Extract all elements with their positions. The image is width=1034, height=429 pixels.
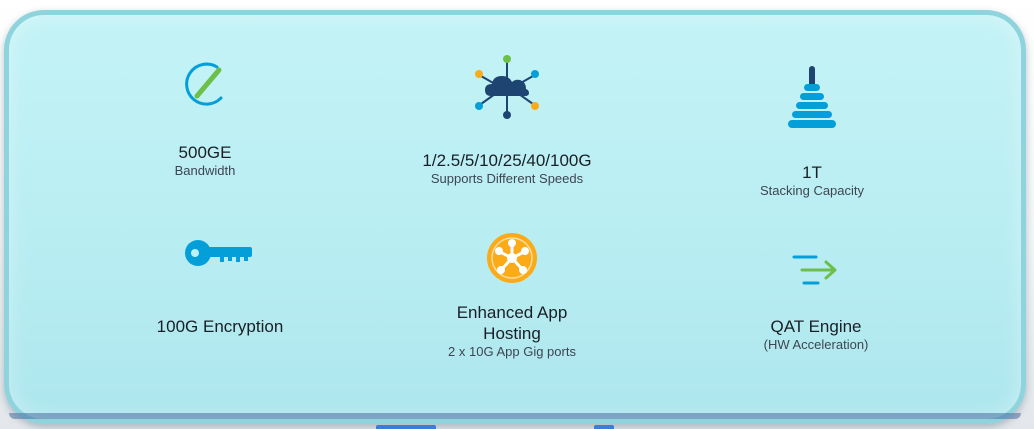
feature-subtitle: Supports Different Speeds bbox=[430, 171, 584, 186]
feature-subtitle: (HW Acceleration) bbox=[763, 337, 869, 352]
feature-qat: QAT Engine (HW Acceleration) bbox=[736, 252, 896, 353]
feature-title: 100G Encryption bbox=[156, 317, 284, 336]
bottom-edge-mark bbox=[594, 425, 614, 429]
feature-bandwidth: 500GE Bandwidth bbox=[120, 56, 290, 179]
feature-subtitle: Stacking Capacity bbox=[759, 183, 865, 198]
cloud-network-icon bbox=[475, 55, 539, 119]
feature-stacking: 1T Stacking Capacity bbox=[732, 64, 892, 199]
feature-encryption: 100G Encryption bbox=[130, 236, 310, 337]
stack-tower-icon bbox=[788, 66, 836, 128]
bottom-edge-mark bbox=[376, 425, 436, 429]
feature-subtitle: Bandwidth bbox=[174, 163, 236, 178]
feature-app-hosting: Enhanced App Hosting 2 x 10G App Gig por… bbox=[412, 230, 612, 360]
feature-title: 1/2.5/5/10/25/40/100G bbox=[422, 151, 592, 170]
feature-title-line-1: Enhanced App bbox=[456, 303, 568, 322]
key-icon bbox=[185, 240, 252, 266]
app-hosting-icon bbox=[487, 233, 537, 283]
feature-title: 1T bbox=[802, 163, 822, 182]
acceleration-arrow-icon bbox=[792, 255, 837, 285]
feature-title: 500GE bbox=[178, 143, 232, 162]
panel-bottom-accent bbox=[9, 413, 1021, 419]
feature-speeds: 1/2.5/5/10/25/40/100G Supports Different… bbox=[372, 52, 642, 187]
feature-subtitle: 2 x 10G App Gig ports bbox=[448, 344, 576, 359]
feature-title: QAT Engine bbox=[770, 317, 862, 336]
speedometer-icon bbox=[185, 62, 223, 106]
feature-title-line-2: Hosting bbox=[483, 324, 541, 343]
